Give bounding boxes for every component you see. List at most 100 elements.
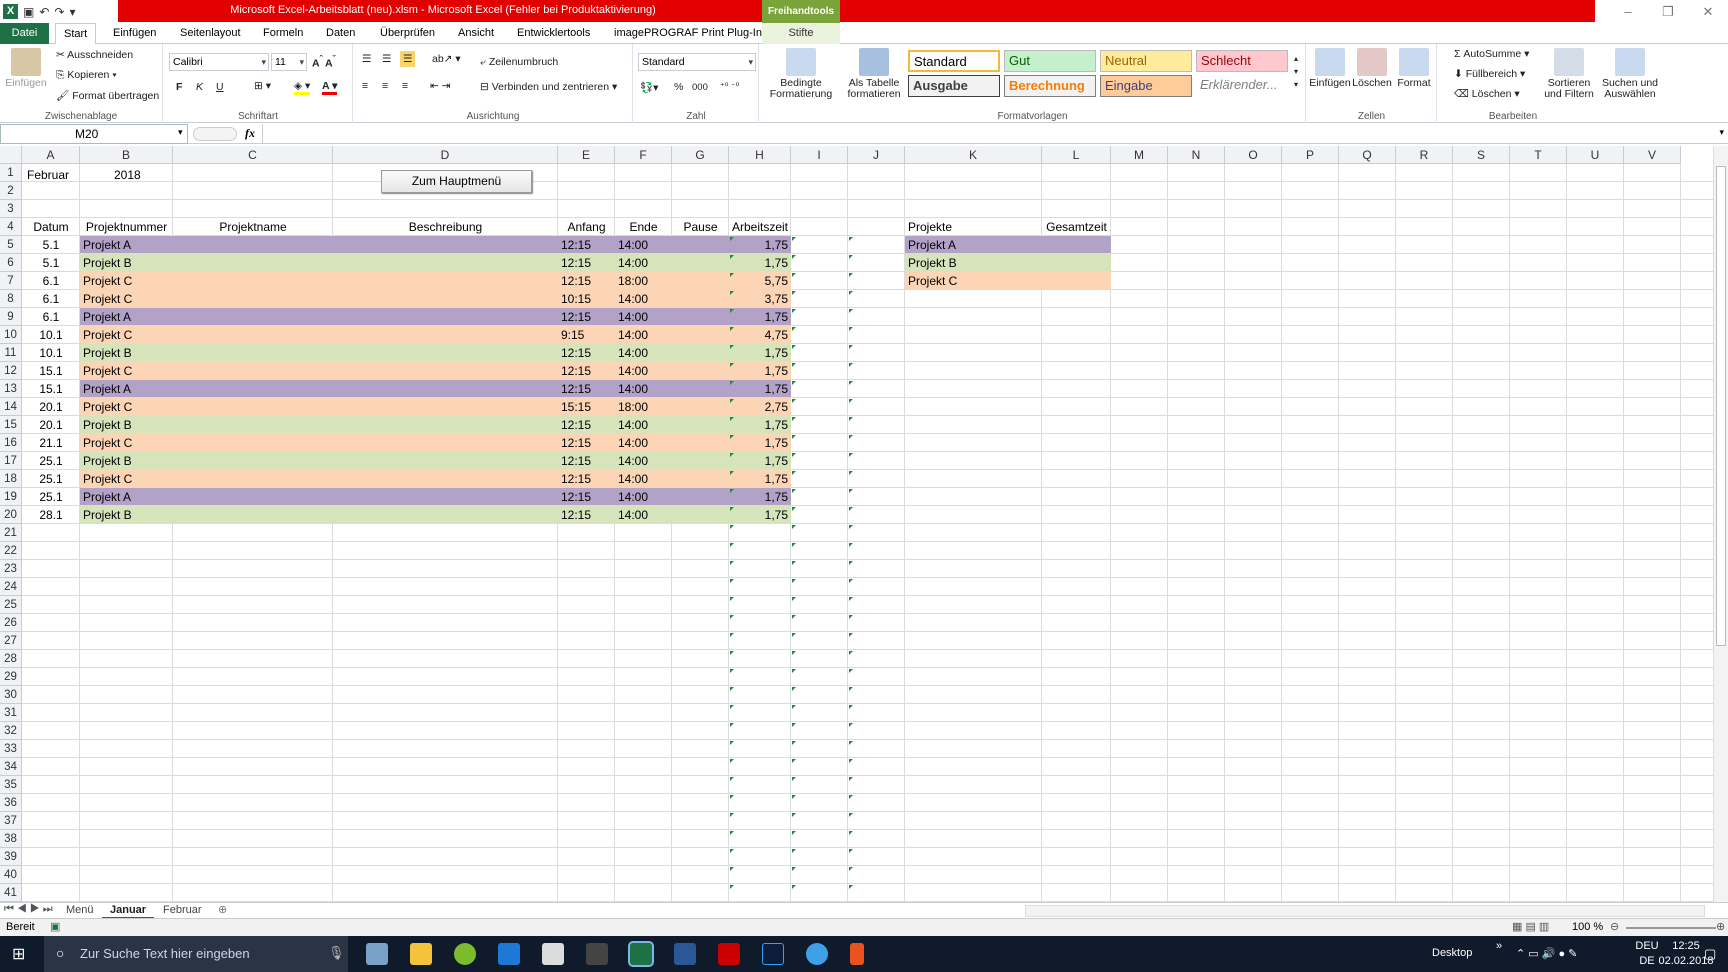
align-bottom-icon[interactable]: ☰	[400, 51, 416, 67]
align-top-icon[interactable]: ☰	[362, 53, 371, 65]
close-icon[interactable]: ✕	[1688, 0, 1728, 23]
column-header[interactable]: C	[173, 146, 333, 164]
row-header[interactable]: 5	[0, 236, 22, 254]
cell-ende[interactable]: 18:00	[618, 398, 648, 416]
font-color-icon[interactable]: A ▾	[322, 80, 338, 95]
cell-arbeitszeit[interactable]: 4,75	[729, 326, 788, 344]
row-header[interactable]: 22	[0, 542, 22, 560]
row-header[interactable]: 34	[0, 758, 22, 776]
cell-ende[interactable]: 14:00	[618, 236, 648, 254]
column-header[interactable]: I	[791, 146, 848, 164]
table-header-cell[interactable]: Ende	[615, 218, 672, 236]
cell-anfang[interactable]: 10:15	[561, 290, 591, 308]
row-header[interactable]: 16	[0, 434, 22, 452]
new-sheet-icon[interactable]: ⊕	[218, 903, 227, 916]
expand-formula-icon[interactable]: ▾	[1719, 127, 1724, 138]
cell-ende[interactable]: 18:00	[618, 272, 648, 290]
tab-review[interactable]: Überprüfen	[372, 23, 443, 44]
cell-datum[interactable]: 10.1	[22, 344, 80, 362]
cell-datum[interactable]: 15.1	[22, 380, 80, 398]
underline-button[interactable]: U	[216, 81, 224, 93]
cell-anfang[interactable]: 12:15	[561, 380, 591, 398]
thousands-button[interactable]: 000	[692, 82, 708, 93]
cell-ende[interactable]: 14:00	[618, 362, 648, 380]
column-header[interactable]: V	[1624, 146, 1681, 164]
cell-ende[interactable]: 14:00	[618, 416, 648, 434]
cell-datum[interactable]: 5.1	[22, 236, 80, 254]
summary-project-cell[interactable]: Projekt B	[908, 254, 957, 272]
row-header[interactable]: 3	[0, 200, 22, 218]
cell-anfang[interactable]: 12:15	[561, 434, 591, 452]
tab-insert[interactable]: Einfügen	[105, 23, 164, 44]
tab-start[interactable]: Start	[55, 23, 97, 45]
cut-button[interactable]: ✂ Ausschneiden	[56, 49, 133, 61]
cell-datum[interactable]: 28.1	[22, 506, 80, 524]
column-header[interactable]: Q	[1339, 146, 1396, 164]
sheet-tab-menu[interactable]: Menü	[58, 903, 102, 919]
cell-datum[interactable]: 20.1	[22, 416, 80, 434]
percent-button[interactable]: %	[674, 81, 683, 93]
column-header[interactable]: L	[1042, 146, 1111, 164]
cell-anfang[interactable]: 12:15	[561, 236, 591, 254]
zoom-out-icon[interactable]: ⊖	[1610, 919, 1619, 936]
app-plus-icon[interactable]	[454, 943, 476, 965]
currency-icon[interactable]: 💱▾	[640, 81, 658, 94]
cell-b1[interactable]: 2018	[114, 166, 141, 184]
calculator-icon[interactable]	[586, 943, 608, 965]
cell-arbeitszeit[interactable]: 1,75	[729, 416, 788, 434]
column-header[interactable]: O	[1225, 146, 1282, 164]
find-select-button[interactable]: Suchen und Auswählen	[1598, 48, 1662, 100]
cell-datum[interactable]: 25.1	[22, 470, 80, 488]
conditional-format-button[interactable]: Bedingte Formatierung	[764, 48, 838, 100]
row-header[interactable]: 23	[0, 560, 22, 578]
cell-anfang[interactable]: 12:15	[561, 506, 591, 524]
style-bad[interactable]: Schlecht	[1196, 50, 1288, 72]
cell-projektnummer[interactable]: Projekt B	[83, 254, 132, 272]
taskbar-search[interactable]: Zur Suche Text hier eingeben	[44, 936, 348, 972]
cell-arbeitszeit[interactable]: 1,75	[729, 380, 788, 398]
customize-qat-icon[interactable]: ▾	[69, 5, 75, 19]
cell-anfang[interactable]: 12:15	[561, 362, 591, 380]
style-calculation[interactable]: Berechnung	[1004, 75, 1096, 97]
cell-datum[interactable]: 6.1	[22, 308, 80, 326]
cell-datum[interactable]: 6.1	[22, 290, 80, 308]
clear-button[interactable]: ⌫ Löschen ▾	[1454, 88, 1520, 100]
cell-arbeitszeit[interactable]: 1,75	[729, 470, 788, 488]
cell-anfang[interactable]: 12:15	[561, 272, 591, 290]
save-icon[interactable]: ▣	[23, 5, 34, 19]
cell-projektnummer[interactable]: Projekt A	[83, 308, 131, 326]
borders-icon[interactable]: ⊞ ▾	[254, 80, 271, 92]
align-center-icon[interactable]: ≡	[382, 80, 388, 92]
row-header[interactable]: 18	[0, 470, 22, 488]
tab-developer[interactable]: Entwicklertools	[509, 23, 598, 44]
calendar-icon[interactable]	[542, 943, 564, 965]
row-header[interactable]: 13	[0, 380, 22, 398]
cell-projektnummer[interactable]: Projekt C	[83, 290, 132, 308]
cell-anfang[interactable]: 12:15	[561, 416, 591, 434]
table-header-cell[interactable]: Anfang	[558, 218, 615, 236]
summary-header-cell[interactable]: Projekte	[908, 218, 952, 236]
align-middle-icon[interactable]: ☰	[382, 53, 391, 65]
zoom-level[interactable]: 100 %	[1572, 919, 1603, 936]
column-header[interactable]: B	[80, 146, 173, 164]
format-painter-button[interactable]: 🖌 Format übertragen	[56, 89, 159, 102]
cell-arbeitszeit[interactable]: 2,75	[729, 398, 788, 416]
cell-projektnummer[interactable]: Projekt C	[83, 470, 132, 488]
row-header[interactable]: 41	[0, 884, 22, 902]
cell-ende[interactable]: 14:00	[618, 506, 648, 524]
tab-formulas[interactable]: Formeln	[255, 23, 311, 44]
table-header-cell[interactable]: Projektname	[173, 218, 333, 236]
tab-pens[interactable]: Stifte	[762, 23, 840, 44]
redo-icon[interactable]: ↷	[54, 5, 64, 19]
tab-data[interactable]: Daten	[318, 23, 363, 44]
row-header[interactable]: 36	[0, 794, 22, 812]
cell-datum[interactable]: 20.1	[22, 398, 80, 416]
cell-arbeitszeit[interactable]: 1,75	[729, 488, 788, 506]
row-header[interactable]: 15	[0, 416, 22, 434]
cell-projektnummer[interactable]: Projekt C	[83, 326, 132, 344]
row-header[interactable]: 6	[0, 254, 22, 272]
tab-file[interactable]: Datei	[0, 23, 49, 44]
cell-arbeitszeit[interactable]: 5,75	[729, 272, 788, 290]
column-header[interactable]: S	[1453, 146, 1510, 164]
cell-projektnummer[interactable]: Projekt B	[83, 344, 132, 362]
